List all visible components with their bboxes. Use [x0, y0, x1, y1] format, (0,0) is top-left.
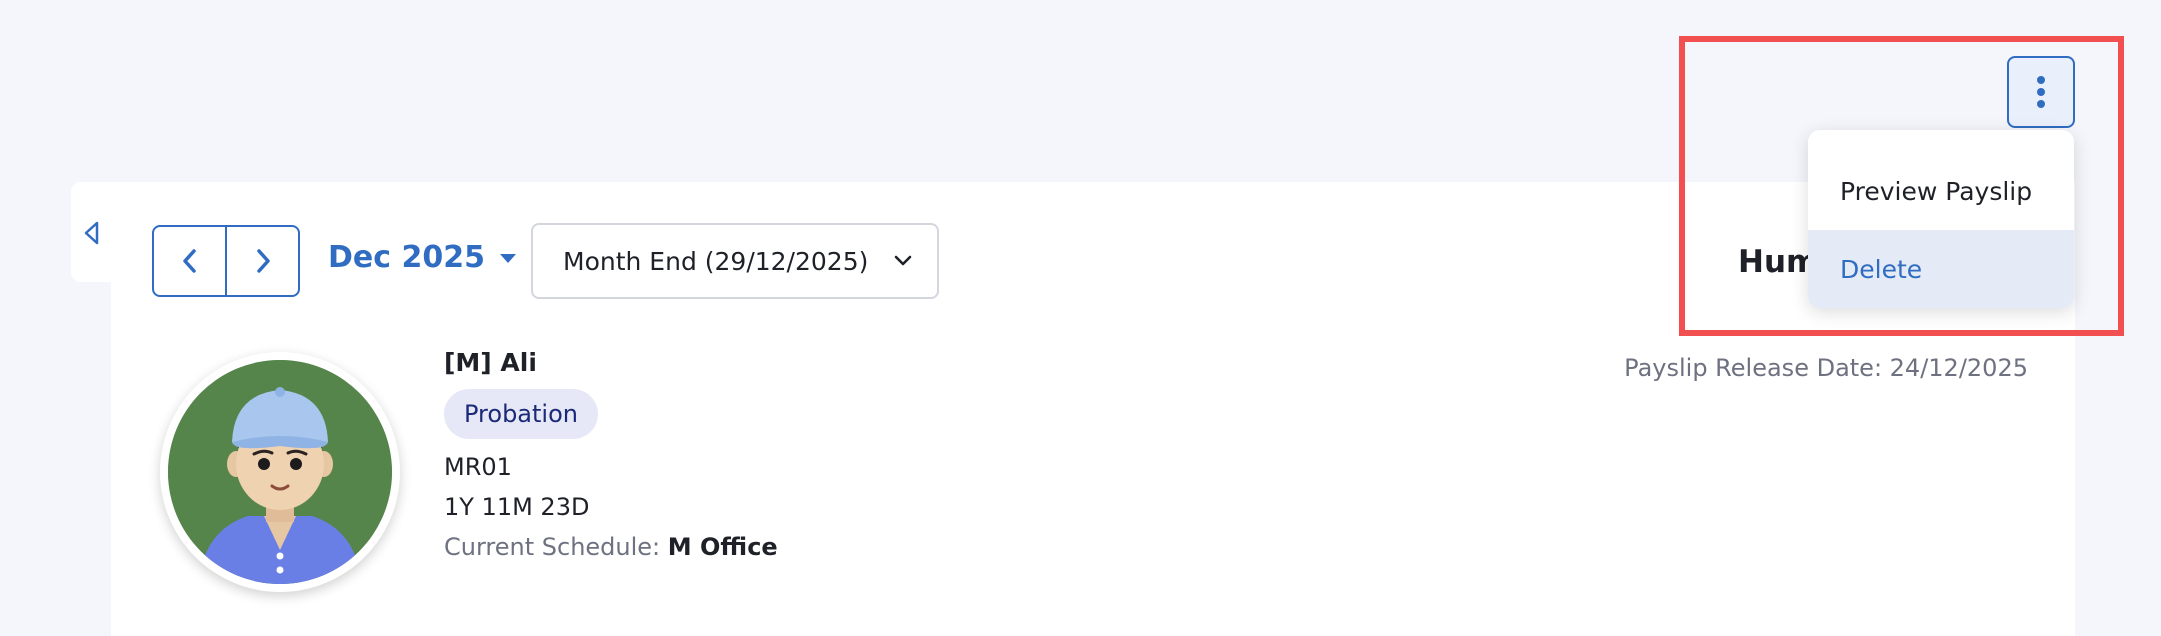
sidebar-collapse-toggle[interactable]	[71, 182, 119, 282]
panel-heading: Hum	[1738, 244, 1808, 280]
chevron-down-icon	[894, 255, 912, 266]
actions-dropdown-menu: Preview Payslip Delete	[1808, 130, 2074, 308]
vertical-dots-icon	[2037, 76, 2045, 108]
menu-item-delete[interactable]: Delete	[1808, 230, 2074, 308]
payroll-run-select[interactable]: Month End (29/12/2025)	[531, 223, 939, 299]
employee-name: [M] Ali	[444, 348, 537, 377]
employee-avatar	[160, 352, 400, 592]
previous-month-button[interactable]	[154, 227, 225, 295]
employee-info: [M] Ali Probation MR01 1Y 11M 23D Curren…	[444, 348, 778, 561]
chevron-right-icon	[256, 249, 270, 273]
menu-item-preview-payslip[interactable]: Preview Payslip	[1808, 152, 2074, 230]
caret-down-icon	[499, 253, 516, 263]
more-actions-button[interactable]	[2007, 56, 2075, 128]
next-month-button[interactable]	[225, 227, 298, 295]
payroll-run-value: Month End (29/12/2025)	[563, 246, 869, 276]
employee-tenure: 1Y 11M 23D	[444, 493, 590, 521]
status-badge: Probation	[444, 389, 598, 439]
month-picker-label: Dec 2025	[328, 240, 485, 275]
month-picker[interactable]: Dec 2025	[328, 240, 517, 275]
month-navigation	[152, 225, 300, 297]
schedule-label: Current Schedule:	[444, 533, 661, 561]
current-schedule: Current Schedule: M Office	[444, 533, 778, 561]
payslip-release-date: Payslip Release Date: 24/12/2025	[1624, 354, 2028, 382]
schedule-value: M Office	[667, 533, 778, 561]
triangle-left-icon	[84, 221, 99, 245]
employee-code: MR01	[444, 453, 512, 481]
chevron-left-icon	[182, 249, 196, 273]
